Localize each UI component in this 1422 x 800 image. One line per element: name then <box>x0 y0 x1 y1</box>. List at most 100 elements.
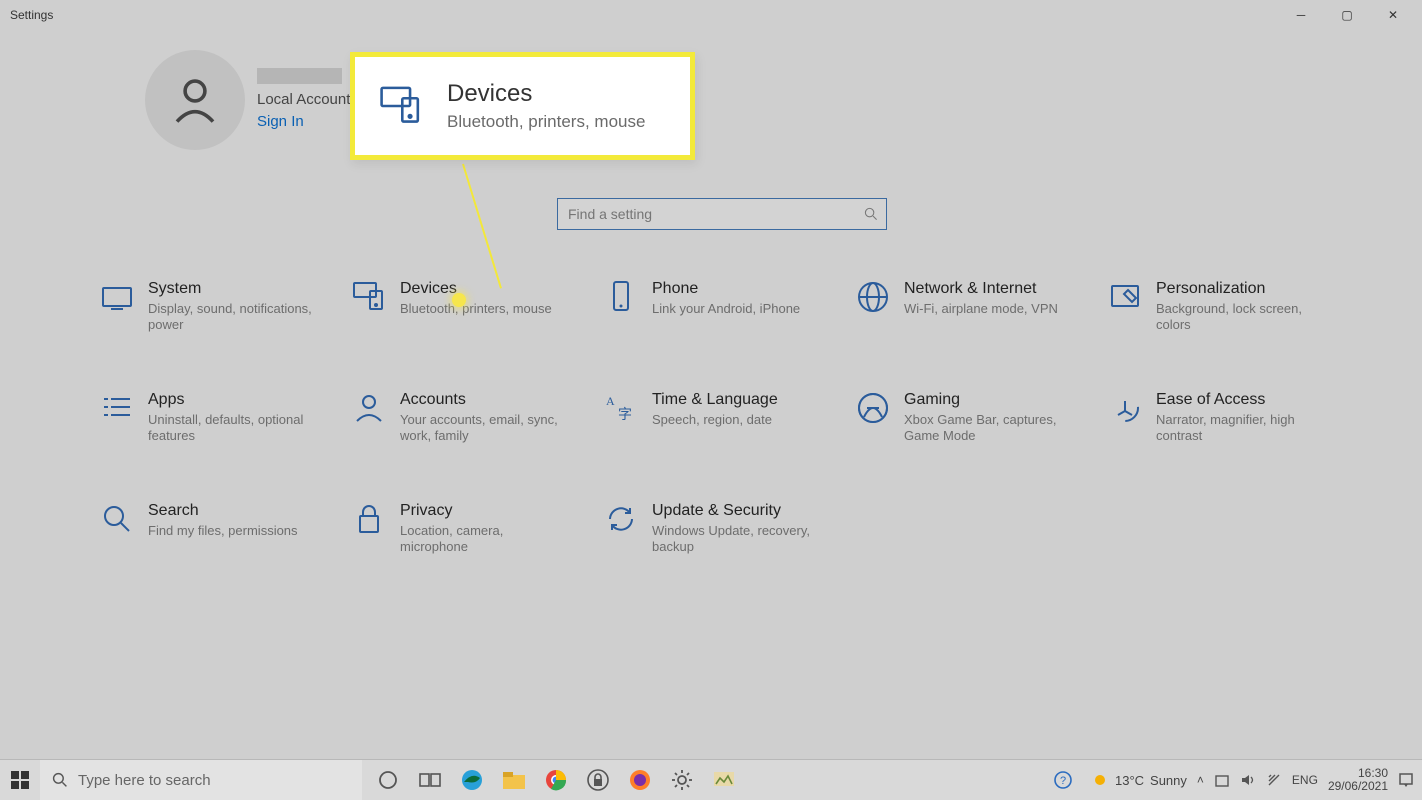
category-search[interactable]: Search Find my files, permissions <box>100 502 352 555</box>
svg-text:?: ? <box>1060 775 1066 787</box>
chrome-icon[interactable] <box>538 762 574 798</box>
task-view-icon[interactable] <box>412 762 448 798</box>
apps-icon <box>100 391 134 425</box>
taskbar: Type here to search ? 13°C Sunny ˄ ENG 1… <box>0 759 1422 800</box>
callout-title: Devices <box>447 80 645 108</box>
devices-icon <box>352 280 386 314</box>
category-title: Time & Language <box>652 391 778 409</box>
search-icon <box>52 772 68 788</box>
start-button[interactable] <box>0 760 40 800</box>
category-desc: Xbox Game Bar, captures, Game Mode <box>904 412 1074 445</box>
app-lock-icon[interactable] <box>580 762 616 798</box>
category-title: Gaming <box>904 391 1074 409</box>
file-explorer-icon[interactable] <box>496 762 532 798</box>
maximize-button[interactable]: ▢ <box>1324 0 1370 30</box>
category-desc: Display, sound, notifications, power <box>148 301 318 334</box>
clock[interactable]: 16:30 29/06/2021 <box>1328 767 1388 793</box>
accounts-icon <box>352 391 386 425</box>
user-name-redacted <box>257 68 342 84</box>
title-bar: Settings ─ ▢ ✕ <box>0 0 1422 30</box>
account-type-label: Local Account <box>257 90 350 110</box>
category-devices[interactable]: Devices Bluetooth, printers, mouse <box>352 280 604 333</box>
category-title: Apps <box>148 391 318 409</box>
category-title: Ease of Access <box>1156 391 1326 409</box>
category-title: Devices <box>400 280 552 298</box>
minimize-button[interactable]: ─ <box>1278 0 1324 30</box>
weather-cond: Sunny <box>1150 773 1187 788</box>
category-update-security[interactable]: Update & Security Windows Update, recover… <box>604 502 856 555</box>
language-indicator[interactable]: ENG <box>1292 773 1318 787</box>
callout-desc: Bluetooth, printers, mouse <box>447 112 645 132</box>
devices-icon <box>379 84 423 128</box>
sign-in-link[interactable]: Sign In <box>257 112 350 132</box>
window-title: Settings <box>6 8 53 22</box>
system-icon <box>100 280 134 314</box>
category-desc: Location, camera, microphone <box>400 523 570 556</box>
category-desc: Speech, region, date <box>652 412 778 428</box>
category-phone[interactable]: Phone Link your Android, iPhone <box>604 280 856 333</box>
category-title: System <box>148 280 318 298</box>
category-accounts[interactable]: Accounts Your accounts, email, sync, work… <box>352 391 604 444</box>
sun-icon <box>1091 771 1109 789</box>
ease-of-access-icon <box>1108 391 1142 425</box>
firefox-icon[interactable] <box>622 762 658 798</box>
settings-icon[interactable] <box>664 762 700 798</box>
category-desc: Background, lock screen, colors <box>1156 301 1326 334</box>
category-desc: Narrator, magnifier, high contrast <box>1156 412 1326 445</box>
search-category-icon <box>100 502 134 536</box>
category-system[interactable]: System Display, sound, notifications, pow… <box>100 280 352 333</box>
devices-callout: Devices Bluetooth, printers, mouse <box>350 52 695 160</box>
weather-temp: 13°C <box>1115 773 1144 788</box>
cortana-icon[interactable] <box>370 762 406 798</box>
search-icon <box>864 207 878 221</box>
category-gaming[interactable]: Gaming Xbox Game Bar, captures, Game Mode <box>856 391 1108 444</box>
category-personalization[interactable]: Personalization Background, lock screen, … <box>1108 280 1360 333</box>
settings-grid: System Display, sound, notifications, pow… <box>100 280 1360 613</box>
category-desc: Bluetooth, printers, mouse <box>400 301 552 317</box>
category-desc: Your accounts, email, sync, work, family <box>400 412 570 445</box>
category-title: Personalization <box>1156 280 1326 298</box>
edge-icon[interactable] <box>454 762 490 798</box>
category-title: Accounts <box>400 391 570 409</box>
clock-date: 29/06/2021 <box>1328 780 1388 793</box>
weather-widget[interactable]: 13°C Sunny <box>1091 771 1187 789</box>
category-desc: Find my files, permissions <box>148 523 298 539</box>
category-desc: Wi-Fi, airplane mode, VPN <box>904 301 1058 317</box>
category-title: Search <box>148 502 298 520</box>
category-ease-of-access[interactable]: Ease of Access Narrator, magnifier, high … <box>1108 391 1360 444</box>
update-icon <box>604 502 638 536</box>
tray-sync-icon[interactable] <box>1214 772 1230 788</box>
phone-icon <box>604 280 638 314</box>
category-title: Privacy <box>400 502 570 520</box>
category-network[interactable]: Network & Internet Wi-Fi, airplane mode, … <box>856 280 1108 333</box>
category-title: Phone <box>652 280 800 298</box>
globe-icon <box>856 280 890 314</box>
highlight-dot <box>452 293 466 307</box>
user-header: Local Account Sign In <box>145 50 350 150</box>
taskbar-search[interactable]: Type here to search <box>40 760 362 800</box>
volume-icon[interactable] <box>1240 772 1256 788</box>
category-privacy[interactable]: Privacy Location, camera, microphone <box>352 502 604 555</box>
gaming-icon <box>856 391 890 425</box>
tray-chevron-icon[interactable]: ˄ <box>1197 773 1204 787</box>
category-desc: Link your Android, iPhone <box>652 301 800 317</box>
personalization-icon <box>1108 280 1142 314</box>
taskbar-search-placeholder: Type here to search <box>78 772 211 789</box>
category-desc: Uninstall, defaults, optional features <box>148 412 318 445</box>
search-input[interactable] <box>566 205 864 223</box>
action-center-icon[interactable] <box>1398 772 1414 788</box>
category-time-language[interactable]: Time & Language Speech, region, date <box>604 391 856 444</box>
avatar[interactable] <box>145 50 245 150</box>
paint-icon[interactable] <box>706 762 742 798</box>
lock-icon <box>352 502 386 536</box>
category-apps[interactable]: Apps Uninstall, defaults, optional featur… <box>100 391 352 444</box>
callout-leader-line <box>462 164 502 289</box>
time-language-icon <box>604 391 638 425</box>
category-desc: Windows Update, recovery, backup <box>652 523 822 556</box>
help-icon[interactable]: ? <box>1045 762 1081 798</box>
find-setting-search[interactable] <box>557 198 887 230</box>
category-title: Network & Internet <box>904 280 1058 298</box>
network-tray-icon[interactable] <box>1266 772 1282 788</box>
category-title: Update & Security <box>652 502 822 520</box>
close-button[interactable]: ✕ <box>1370 0 1416 30</box>
